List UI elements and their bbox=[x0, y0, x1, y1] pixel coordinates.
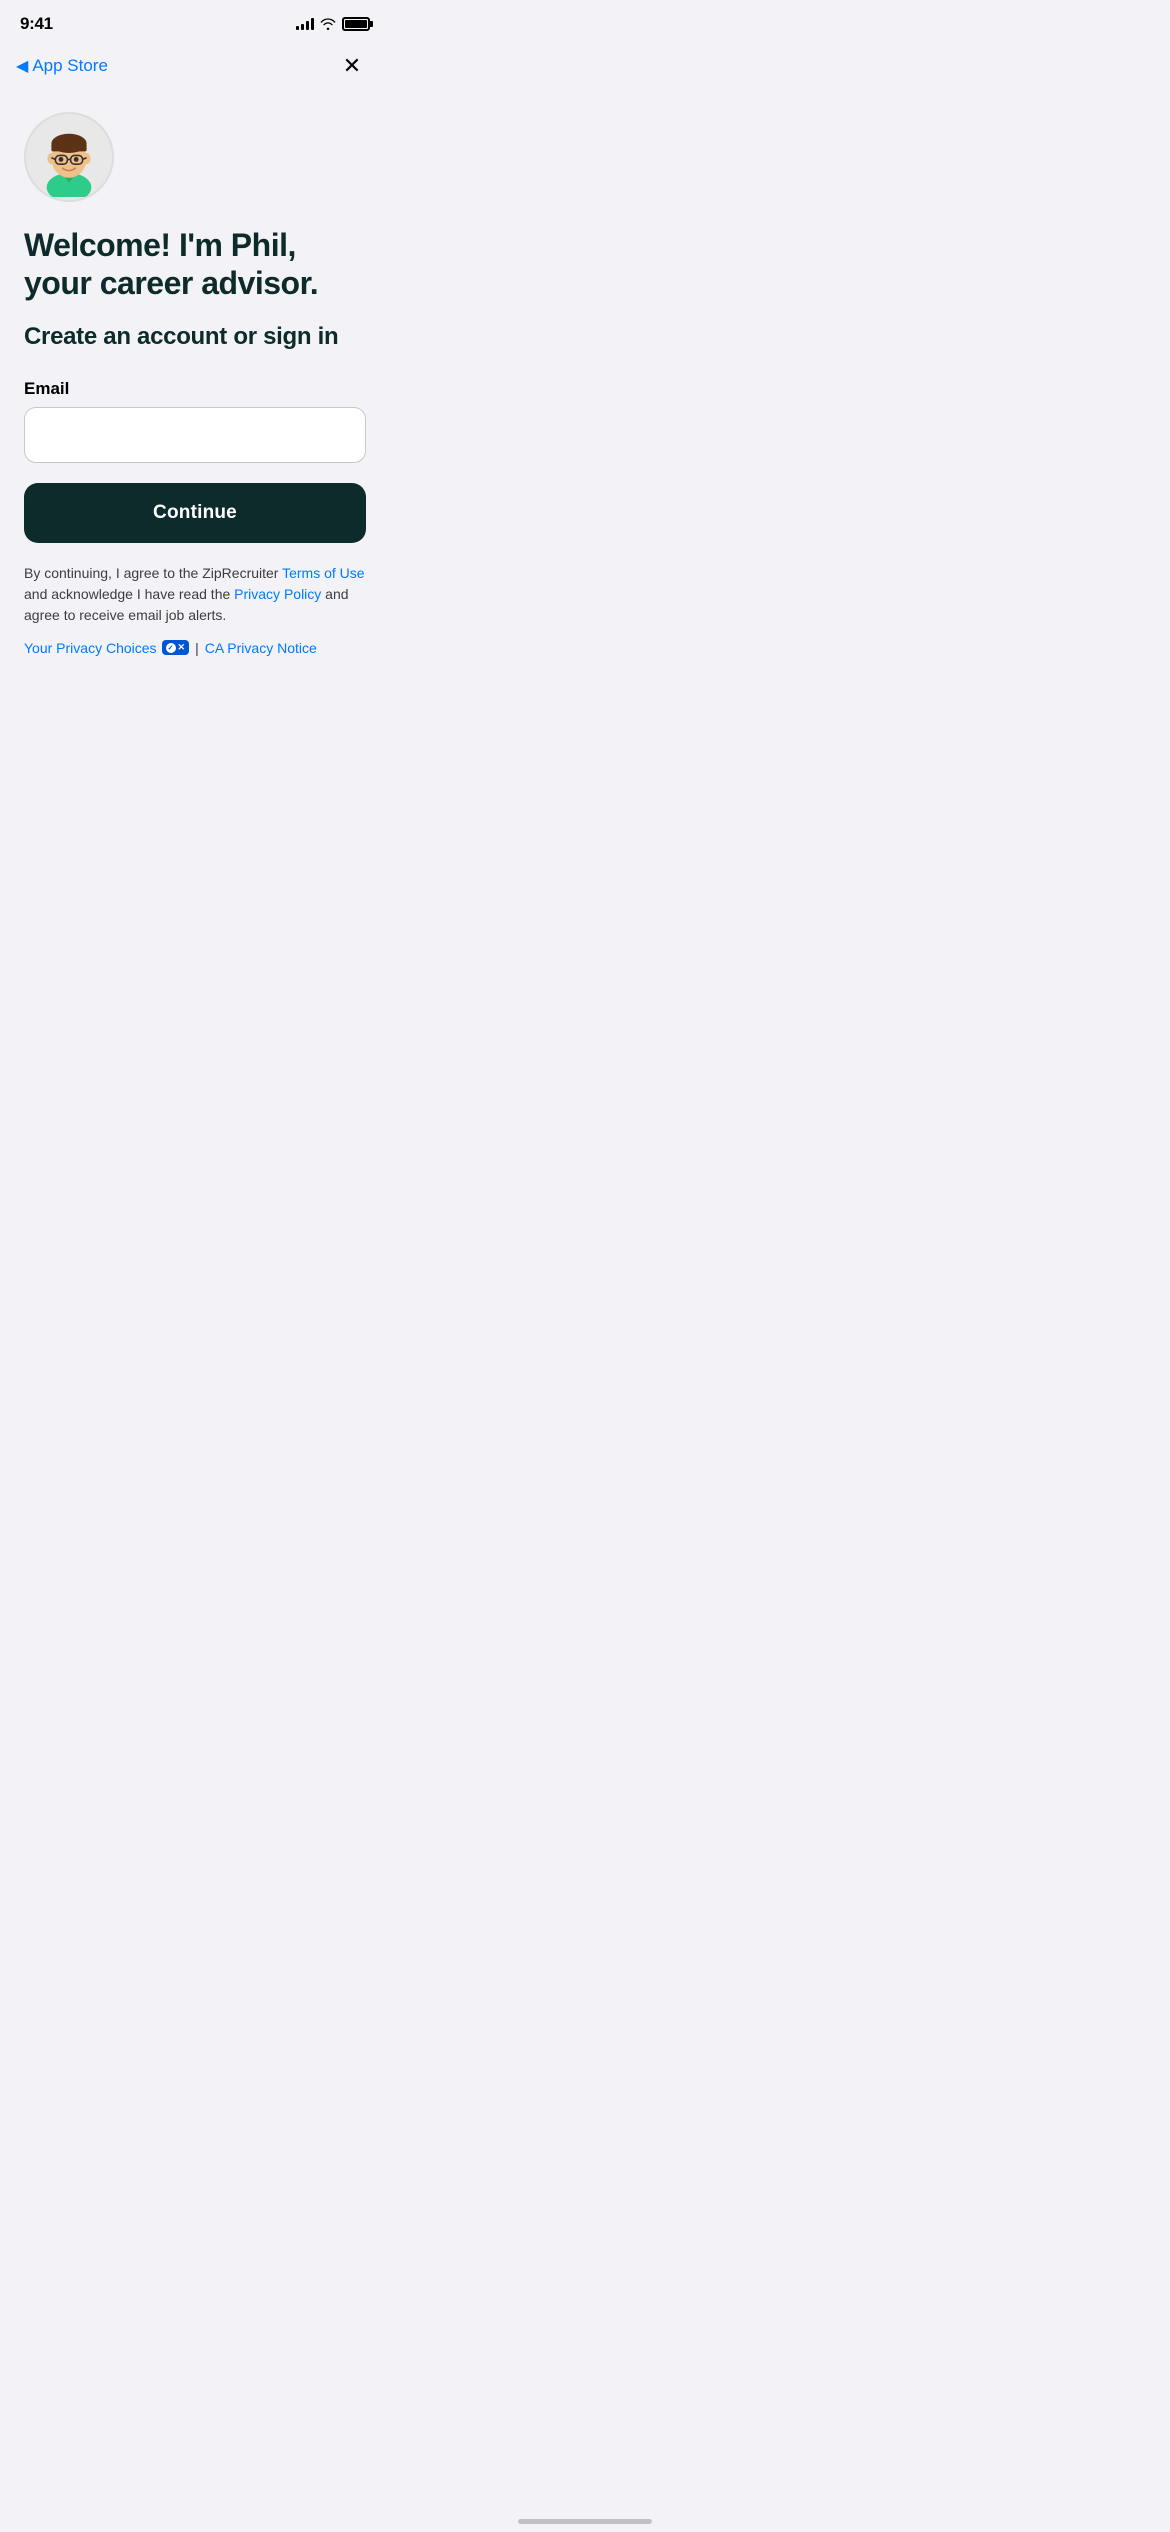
back-label: App Store bbox=[32, 56, 108, 76]
privacy-policy-link[interactable]: Privacy Policy bbox=[234, 586, 321, 602]
continue-button[interactable]: Continue bbox=[24, 483, 366, 543]
close-icon: ✕ bbox=[343, 53, 361, 79]
terms-middle: and acknowledge I have read the bbox=[24, 586, 234, 602]
status-bar: 9:41 bbox=[0, 0, 390, 40]
terms-prefix: By continuing, I agree to the ZipRecruit… bbox=[24, 565, 282, 581]
main-content: Welcome! I'm Phil, your career advisor. … bbox=[0, 92, 390, 696]
home-indicator bbox=[518, 2519, 652, 2524]
status-icons bbox=[296, 17, 370, 31]
email-input[interactable] bbox=[24, 407, 366, 463]
signal-icon bbox=[296, 18, 314, 30]
terms-text: By continuing, I agree to the ZipRecruit… bbox=[24, 563, 366, 626]
privacy-choices-label: Your Privacy Choices bbox=[24, 640, 157, 656]
privacy-choices-icon: ✕ bbox=[162, 640, 190, 655]
terms-of-use-link[interactable]: Terms of Use bbox=[282, 565, 364, 581]
avatar bbox=[24, 112, 114, 202]
continue-label: Continue bbox=[153, 502, 237, 523]
welcome-title: Welcome! I'm Phil, your career advisor. bbox=[24, 226, 366, 303]
privacy-divider: | bbox=[195, 640, 199, 656]
privacy-x-icon: ✕ bbox=[178, 642, 186, 653]
privacy-choices-link[interactable]: Your Privacy Choices ✕ bbox=[24, 640, 189, 656]
close-button[interactable]: ✕ bbox=[334, 48, 370, 84]
ca-privacy-notice-link[interactable]: CA Privacy Notice bbox=[205, 640, 317, 656]
subtitle: Create an account or sign in bbox=[24, 323, 366, 351]
nav-bar: ◀ App Store ✕ bbox=[0, 40, 390, 92]
avatar-image bbox=[29, 117, 109, 197]
status-time: 9:41 bbox=[20, 14, 53, 34]
back-arrow-icon: ◀ bbox=[16, 56, 28, 76]
privacy-row: Your Privacy Choices ✕ | CA Privacy Noti… bbox=[24, 640, 366, 656]
battery-icon bbox=[342, 17, 370, 31]
back-button[interactable]: ◀ App Store bbox=[16, 56, 108, 76]
wifi-icon bbox=[320, 18, 336, 30]
email-label: Email bbox=[24, 379, 366, 399]
privacy-check-icon bbox=[166, 643, 176, 653]
